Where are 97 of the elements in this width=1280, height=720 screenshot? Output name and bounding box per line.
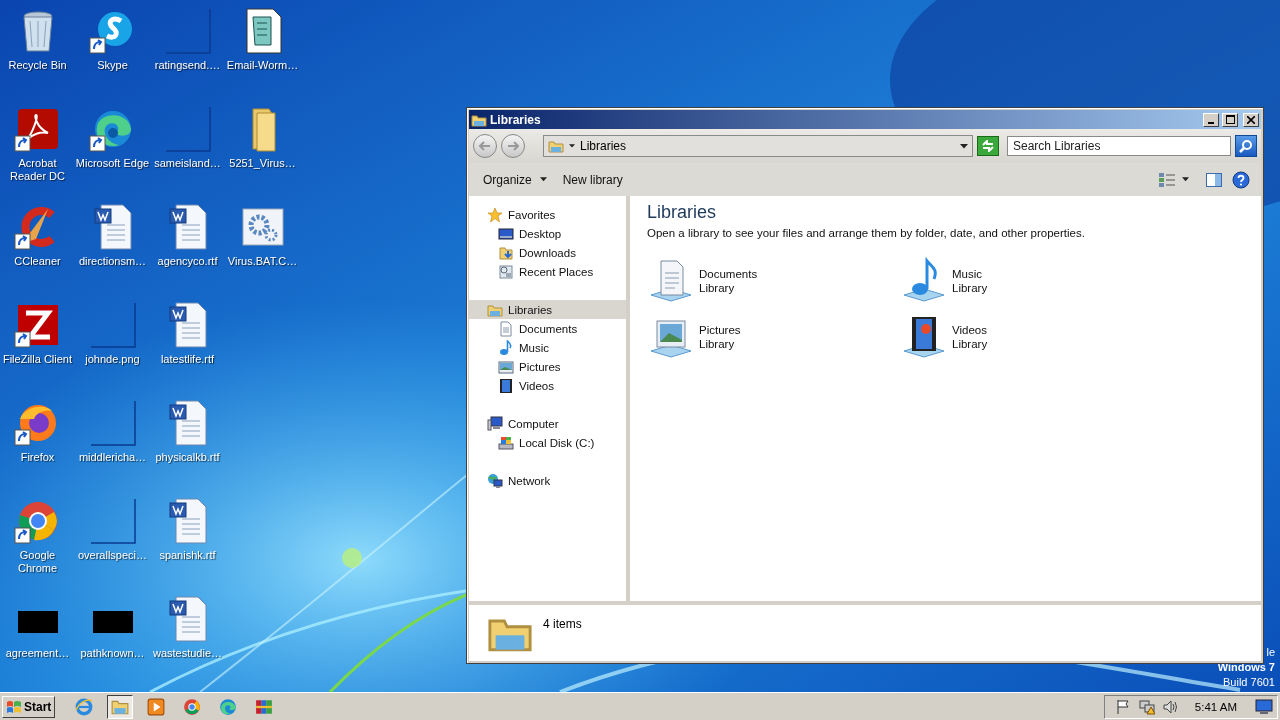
flag-icon[interactable] bbox=[1114, 698, 1131, 715]
desktop-icon[interactable]: FileZilla Client bbox=[0, 301, 75, 385]
library-subtitle: Library bbox=[699, 337, 736, 351]
search-button[interactable] bbox=[1235, 135, 1257, 157]
desktop-icon[interactable]: Virus.BAT.C… bbox=[225, 203, 300, 287]
minimize-button[interactable] bbox=[1203, 112, 1219, 127]
window-title: Libraries bbox=[490, 112, 542, 127]
show-desktop-icon[interactable] bbox=[1255, 698, 1273, 715]
browser-icon bbox=[75, 697, 94, 716]
desktop-icon[interactable]: ratingsend.… bbox=[150, 7, 225, 91]
desktop-icon[interactable]: sameisland… bbox=[150, 105, 225, 189]
library-subtitle: Library bbox=[952, 337, 988, 351]
network-icon bbox=[487, 472, 503, 489]
minimize-icon bbox=[1208, 121, 1214, 124]
toolbar-button[interactable]: Organize bbox=[477, 168, 553, 191]
nav-item[interactable]: Desktop bbox=[469, 224, 626, 243]
library-tile[interactable]: Videos Library bbox=[900, 309, 1153, 365]
library-subtitle: Library bbox=[699, 281, 736, 295]
refresh-icon bbox=[981, 140, 995, 152]
start-button[interactable]: Start bbox=[2, 695, 56, 718]
os-notice-text: Build 7601 bbox=[1223, 675, 1275, 690]
desktop-icon[interactable]: Skype bbox=[75, 7, 150, 91]
download-folder-icon bbox=[498, 244, 514, 261]
nav-item[interactable]: Recent Places bbox=[469, 262, 626, 281]
speaker-icon[interactable] bbox=[1162, 698, 1179, 715]
library-tile[interactable]: Documents Library bbox=[647, 253, 900, 309]
nav-item[interactable]: Network bbox=[469, 471, 626, 490]
nav-item[interactable]: Favorites bbox=[469, 205, 626, 224]
desktop-icon[interactable]: Email-Worm… bbox=[225, 7, 300, 91]
maximize-button[interactable] bbox=[1222, 112, 1238, 127]
nav-item[interactable]: Libraries bbox=[469, 300, 626, 319]
forward-arrow-icon bbox=[507, 141, 519, 151]
network-warning-icon[interactable] bbox=[1138, 698, 1155, 715]
music-note-icon bbox=[498, 339, 514, 356]
star-icon bbox=[487, 206, 503, 223]
item-count: 4 items bbox=[543, 617, 582, 631]
clock[interactable]: 5:41 AM bbox=[1194, 700, 1237, 713]
desktop-icon[interactable]: middlericha… bbox=[75, 399, 150, 483]
nav-item[interactable]: Music bbox=[469, 338, 626, 357]
nav-item[interactable]: Videos bbox=[469, 376, 626, 395]
library-tile[interactable]: Pictures Library bbox=[647, 309, 900, 365]
os-notice-text: Windows 7 bbox=[1217, 660, 1275, 675]
search-field[interactable]: Search Libraries bbox=[1007, 136, 1231, 156]
desktop-icon[interactable]: Firefox bbox=[0, 399, 75, 483]
library-name: Pictures bbox=[699, 323, 741, 337]
maximize-icon bbox=[1225, 115, 1235, 124]
browser-icon bbox=[219, 697, 238, 716]
description-text: Open a library to see your files and arrange them by folder, date, and other properties. bbox=[647, 227, 1086, 239]
library-name: Videos bbox=[952, 323, 988, 337]
library-subtitle: Library bbox=[952, 281, 988, 295]
desktop-icon[interactable]: CCleaner bbox=[0, 203, 75, 287]
windows-logo-icon bbox=[6, 698, 22, 715]
desktop-icon[interactable]: agreement… bbox=[0, 595, 75, 679]
library-tile[interactable]: Music Library bbox=[900, 253, 1153, 309]
caret-icon[interactable] bbox=[539, 177, 547, 182]
forward-button[interactable] bbox=[501, 134, 525, 158]
desktop-icon[interactable]: johnde.png bbox=[75, 301, 150, 385]
nav-item[interactable]: Downloads bbox=[469, 243, 626, 262]
desktop-icon[interactable]: directionsm… bbox=[75, 203, 150, 287]
desktop-icon[interactable]: agencyco.rtf bbox=[150, 203, 225, 287]
caret-icon[interactable] bbox=[1182, 177, 1189, 182]
desktop-icon[interactable]: Acrobat Reader DC bbox=[0, 105, 75, 189]
desktop-icon[interactable]: latestlife.rtf bbox=[150, 301, 225, 385]
caret-icon[interactable] bbox=[960, 143, 968, 149]
close-button[interactable] bbox=[1243, 112, 1259, 127]
media-player-icon bbox=[147, 697, 166, 716]
document-icon bbox=[498, 320, 514, 337]
back-button[interactable] bbox=[473, 134, 497, 158]
library-name: Music bbox=[952, 267, 984, 281]
monitor-icon bbox=[498, 225, 514, 242]
back-arrow-icon bbox=[479, 141, 491, 151]
desktop-icon[interactable]: Microsoft Edge bbox=[75, 105, 150, 189]
close-icon bbox=[1247, 115, 1255, 124]
recent-places-icon bbox=[498, 263, 514, 280]
browser-icon bbox=[183, 697, 202, 716]
refresh-button[interactable] bbox=[977, 136, 999, 156]
desktop-icon[interactable]: Google Chrome bbox=[0, 497, 75, 581]
nav-item[interactable]: Documents bbox=[469, 319, 626, 338]
search-icon bbox=[1239, 139, 1253, 153]
computer-icon bbox=[487, 415, 503, 432]
library-name: Documents bbox=[699, 267, 758, 281]
archive-icon bbox=[255, 697, 274, 716]
desktop-icon[interactable]: Recycle Bin bbox=[0, 7, 75, 91]
nav-item[interactable]: Local Disk (C:) bbox=[469, 433, 626, 452]
nav-item[interactable]: Computer bbox=[469, 414, 626, 433]
address-bar[interactable]: Libraries bbox=[543, 135, 973, 157]
library-folder-icon bbox=[548, 138, 564, 154]
disk-drive-icon bbox=[498, 434, 514, 451]
toolbar-button[interactable]: New library bbox=[556, 168, 629, 191]
page-heading: Libraries bbox=[647, 202, 718, 223]
taskbar-button[interactable] bbox=[107, 694, 134, 719]
film-icon bbox=[498, 377, 514, 394]
os-notice-text: le bbox=[1266, 645, 1275, 660]
desktop-icon[interactable]: 5251_Virus… bbox=[225, 105, 300, 189]
picture-icon bbox=[498, 358, 514, 375]
nav-item[interactable]: Pictures bbox=[469, 357, 626, 376]
caret-icon[interactable] bbox=[569, 144, 575, 148]
